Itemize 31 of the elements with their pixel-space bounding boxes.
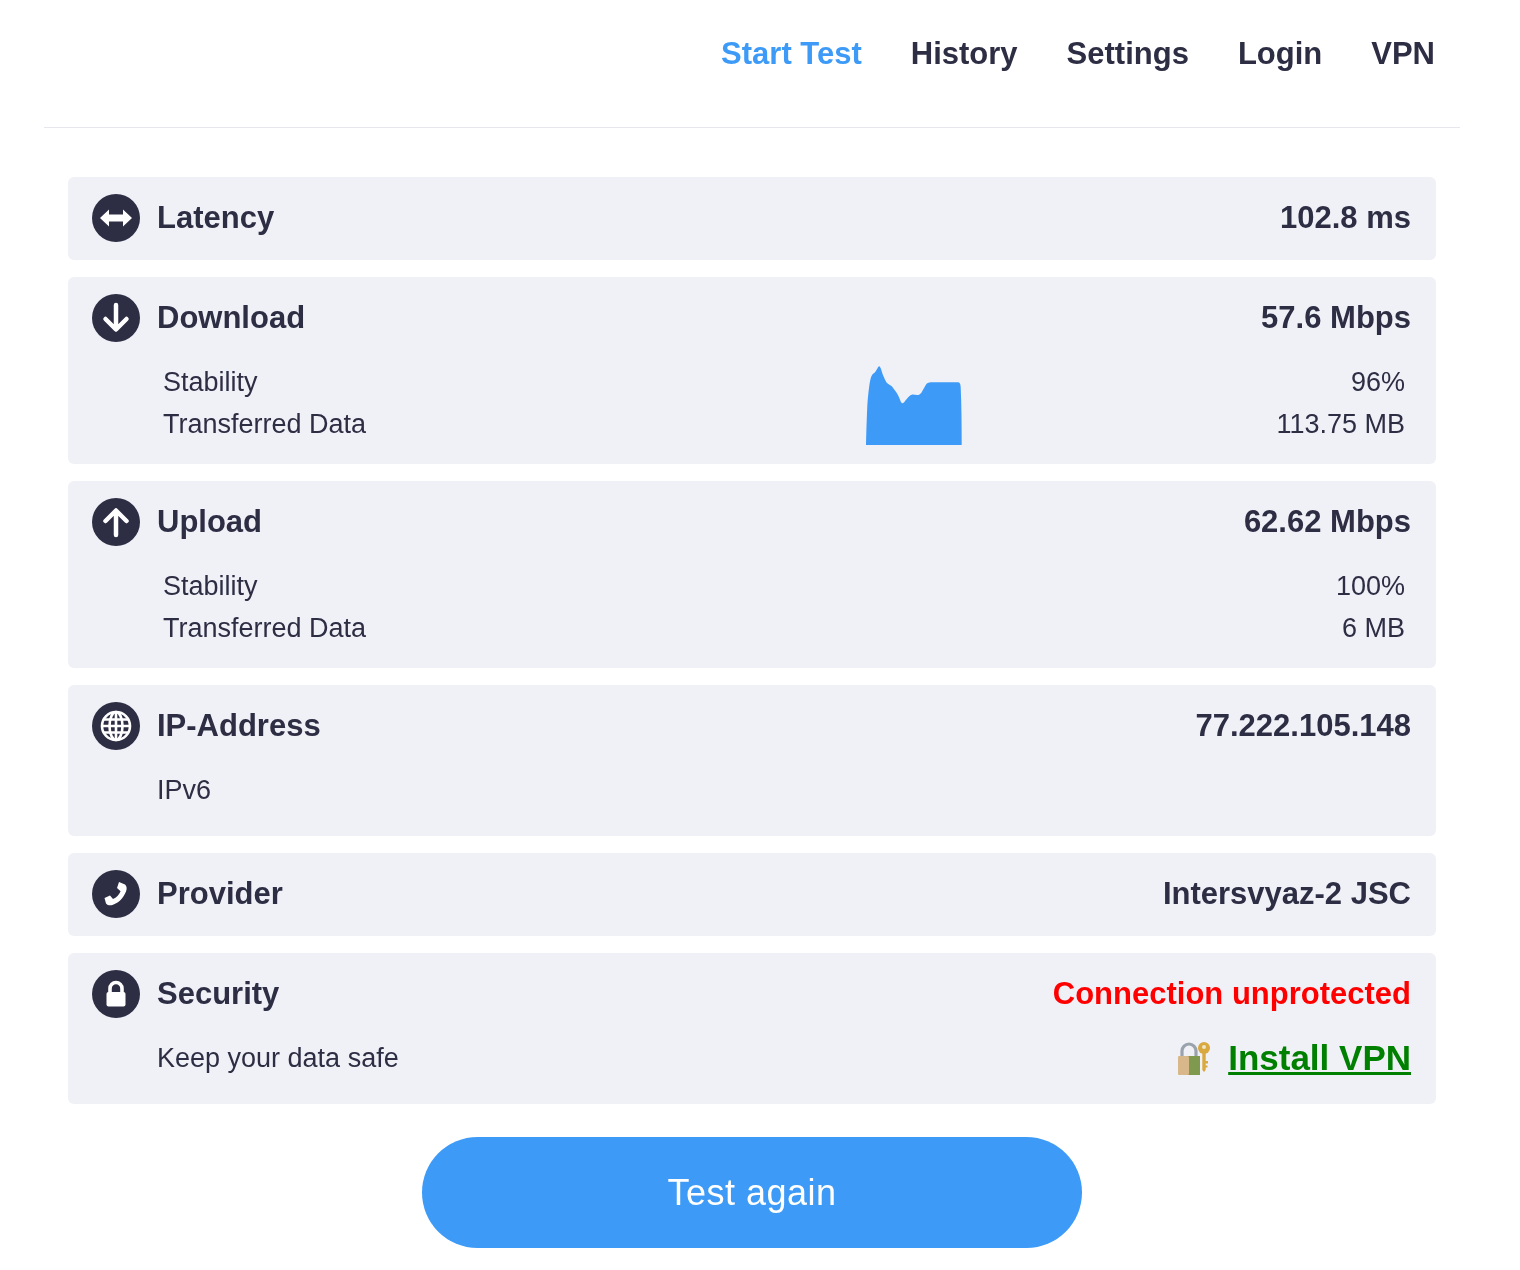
text-link[interactable]: Install VPN [1228,1037,1411,1079]
card-value: 62.62 Mbps [1243,503,1411,541]
nav-link[interactable]: Settings [1066,36,1189,72]
nav-link[interactable]: History [910,36,1018,72]
padlock-icon [92,970,140,1018]
nav-link[interactable]: Login [1237,36,1323,72]
card-title: Provider [157,875,283,913]
lock-key-icon [1176,1040,1213,1076]
globe-icon [92,702,140,750]
card-title: IP-Address [157,707,321,745]
card-value: 77.222.105.148 [1195,707,1411,745]
note-text: Keep your data safe [157,1042,399,1075]
card-title: Download [157,299,306,337]
metric-value: 100% [1335,570,1405,603]
card-title: Upload [157,503,263,541]
metric-label: Transferred Data [163,612,367,645]
metric-label: Transferred Data [163,408,367,441]
phone-icon [92,870,140,918]
metric-label: Stability [163,366,258,399]
metric-value: 113.75 MB [1276,408,1405,441]
metric-value: 96% [1350,366,1405,399]
note-text: IPv6 [157,774,212,807]
card-value: Intersvyaz-2 JSC [1162,875,1411,913]
metric-value: 6 MB [1341,612,1405,645]
card-title: Security [157,975,280,1013]
card-title: Latency [157,199,275,237]
card-value: 102.8 ms [1280,199,1411,237]
card-value: 57.6 Mbps [1261,299,1411,337]
metric-label: Stability [163,570,258,603]
nav-link[interactable]: VPN [1371,36,1435,72]
warning-status: Connection unprotected [1052,975,1411,1013]
